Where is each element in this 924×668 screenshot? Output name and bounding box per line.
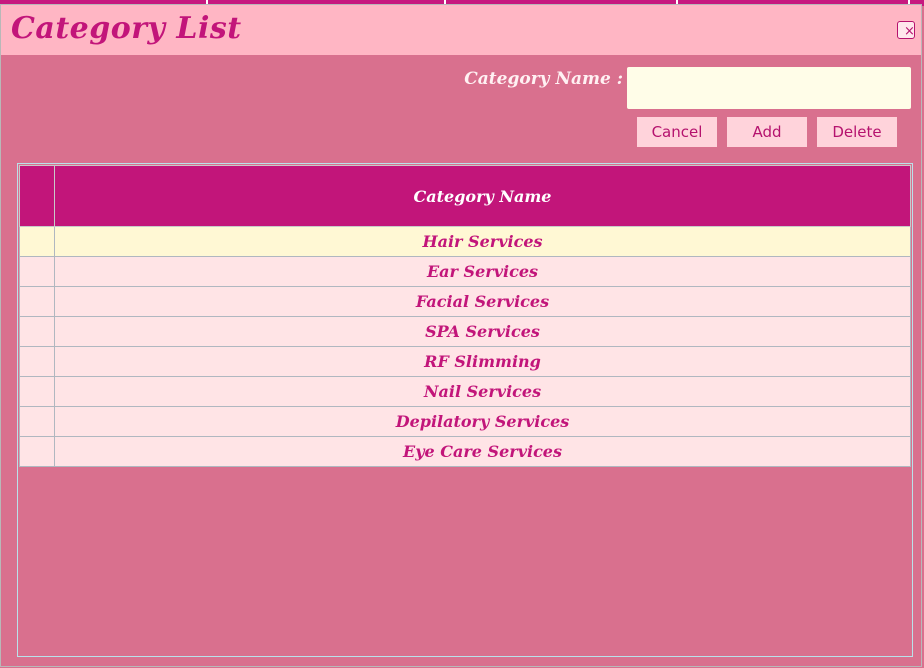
row-selector-header bbox=[19, 165, 55, 227]
category-name-cell[interactable]: SPA Services bbox=[54, 316, 911, 347]
table-row[interactable]: RF Slimming bbox=[19, 346, 911, 377]
category-name-cell[interactable]: Depilatory Services bbox=[54, 406, 911, 437]
row-selector-cell[interactable] bbox=[19, 256, 55, 287]
row-selector-cell[interactable] bbox=[19, 346, 55, 377]
category-name-cell[interactable]: Hair Services bbox=[54, 226, 911, 257]
table-header-row: Category Name bbox=[19, 165, 911, 227]
cancel-button[interactable]: Cancel bbox=[637, 117, 717, 147]
dialog-titlebar: Category List × bbox=[1, 5, 921, 55]
column-header-category-name[interactable]: Category Name bbox=[54, 165, 911, 227]
category-grid: Category Name Hair Services Ear Services F… bbox=[17, 163, 913, 657]
category-name-cell[interactable]: Facial Services bbox=[54, 286, 911, 317]
row-selector-cell[interactable] bbox=[19, 376, 55, 407]
row-selector-cell[interactable] bbox=[19, 316, 55, 347]
add-button[interactable]: Add bbox=[727, 117, 807, 147]
table-row[interactable]: SPA Services bbox=[19, 316, 911, 347]
row-selector-cell[interactable] bbox=[19, 286, 55, 317]
category-name-cell[interactable]: Eye Care Services bbox=[54, 436, 911, 467]
row-selector-cell[interactable] bbox=[19, 436, 55, 467]
category-list-dialog: Category List × Category Name : Cancel A… bbox=[0, 4, 922, 667]
dialog-title: Category List bbox=[11, 11, 242, 46]
table-row[interactable]: Ear Services bbox=[19, 256, 911, 287]
row-selector-cell[interactable] bbox=[19, 406, 55, 437]
category-table: Category Name Hair Services Ear Services F… bbox=[19, 165, 911, 467]
category-name-cell[interactable]: Ear Services bbox=[54, 256, 911, 287]
table-row[interactable]: Hair Services bbox=[19, 226, 911, 257]
table-row[interactable]: Facial Services bbox=[19, 286, 911, 317]
category-name-input[interactable] bbox=[627, 67, 911, 109]
category-name-label: Category Name : bbox=[464, 69, 623, 89]
table-row[interactable]: Depilatory Services bbox=[19, 406, 911, 437]
row-selector-cell[interactable] bbox=[19, 226, 55, 257]
delete-button[interactable]: Delete bbox=[817, 117, 897, 147]
table-row[interactable]: Nail Services bbox=[19, 376, 911, 407]
table-row[interactable]: Eye Care Services bbox=[19, 436, 911, 467]
category-name-cell[interactable]: Nail Services bbox=[54, 376, 911, 407]
category-name-cell[interactable]: RF Slimming bbox=[54, 346, 911, 377]
close-icon[interactable]: × bbox=[897, 21, 915, 39]
